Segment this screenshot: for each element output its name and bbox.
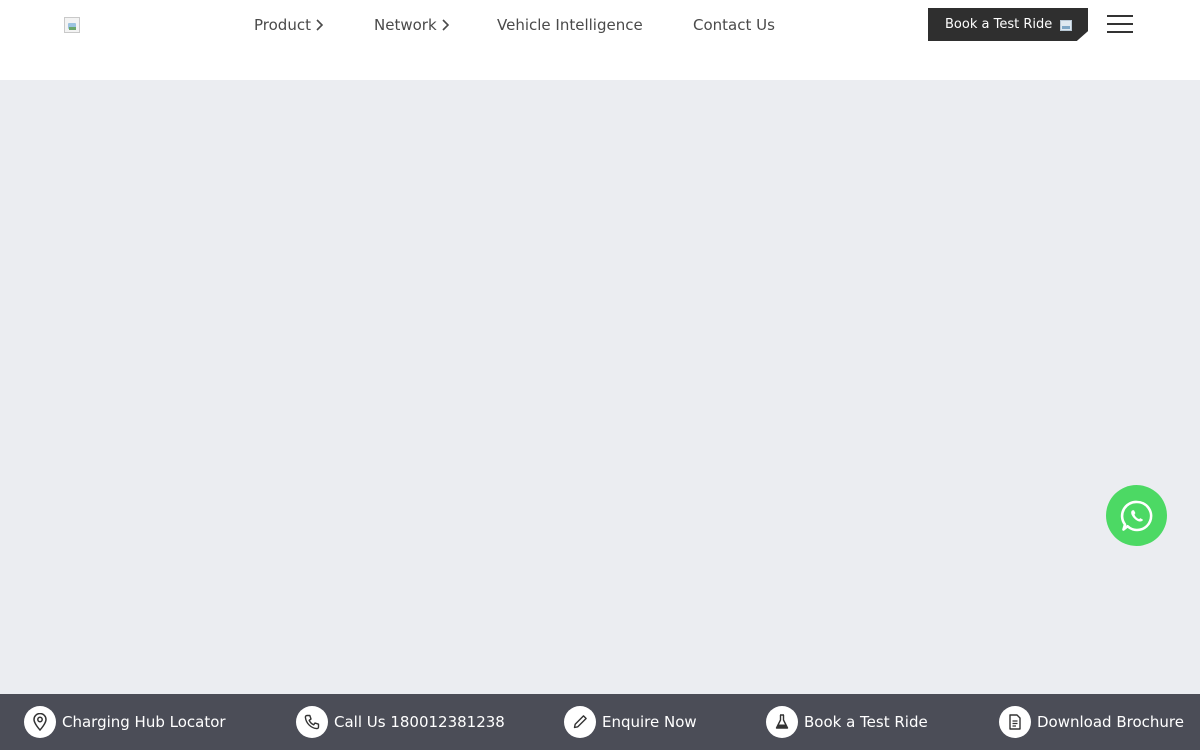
location-pin-icon: [24, 706, 56, 738]
pencil-icon: [564, 706, 596, 738]
nav-product[interactable]: Product: [254, 14, 324, 36]
nav-network[interactable]: Network: [374, 14, 450, 36]
site-header: Product Network Vehicle Intelligence Con…: [0, 0, 1200, 80]
book-test-ride-link-label: Book a Test Ride: [804, 713, 928, 731]
call-us-link[interactable]: Call Us 180012381238: [296, 705, 505, 739]
whatsapp-icon[interactable]: [1106, 485, 1167, 546]
call-us-label: Call Us 180012381238: [334, 713, 505, 731]
phone-icon: [296, 706, 328, 738]
nav-vehicle-intelligence-label: Vehicle Intelligence: [497, 16, 643, 34]
chevron-right-icon: [314, 18, 324, 32]
brand-logo[interactable]: [64, 17, 80, 33]
nav-product-label: Product: [254, 16, 311, 34]
bottom-action-bar: Charging Hub Locator Call Us 18001238123…: [0, 694, 1200, 750]
book-test-ride-button[interactable]: Book a Test Ride: [928, 8, 1088, 41]
charging-hub-locator-label: Charging Hub Locator: [62, 713, 226, 731]
nav-contact-us-label: Contact Us: [693, 16, 775, 34]
flask-icon: [766, 706, 798, 738]
download-brochure-label: Download Brochure: [1037, 713, 1184, 731]
image-icon: [1060, 20, 1072, 31]
book-test-ride-label: Book a Test Ride: [945, 17, 1053, 32]
charging-hub-locator-link[interactable]: Charging Hub Locator: [24, 705, 226, 739]
book-test-ride-link[interactable]: Book a Test Ride: [766, 705, 928, 739]
download-brochure-link[interactable]: Download Brochure: [999, 705, 1184, 739]
document-icon: [999, 706, 1031, 738]
hero-area: [0, 80, 1200, 694]
chevron-right-icon: [440, 18, 450, 32]
nav-vehicle-intelligence[interactable]: Vehicle Intelligence: [497, 14, 643, 36]
enquire-now-label: Enquire Now: [602, 713, 697, 731]
hamburger-icon[interactable]: [1105, 13, 1135, 37]
nav-contact-us[interactable]: Contact Us: [693, 14, 775, 36]
enquire-now-link[interactable]: Enquire Now: [564, 705, 697, 739]
nav-network-label: Network: [374, 16, 437, 34]
